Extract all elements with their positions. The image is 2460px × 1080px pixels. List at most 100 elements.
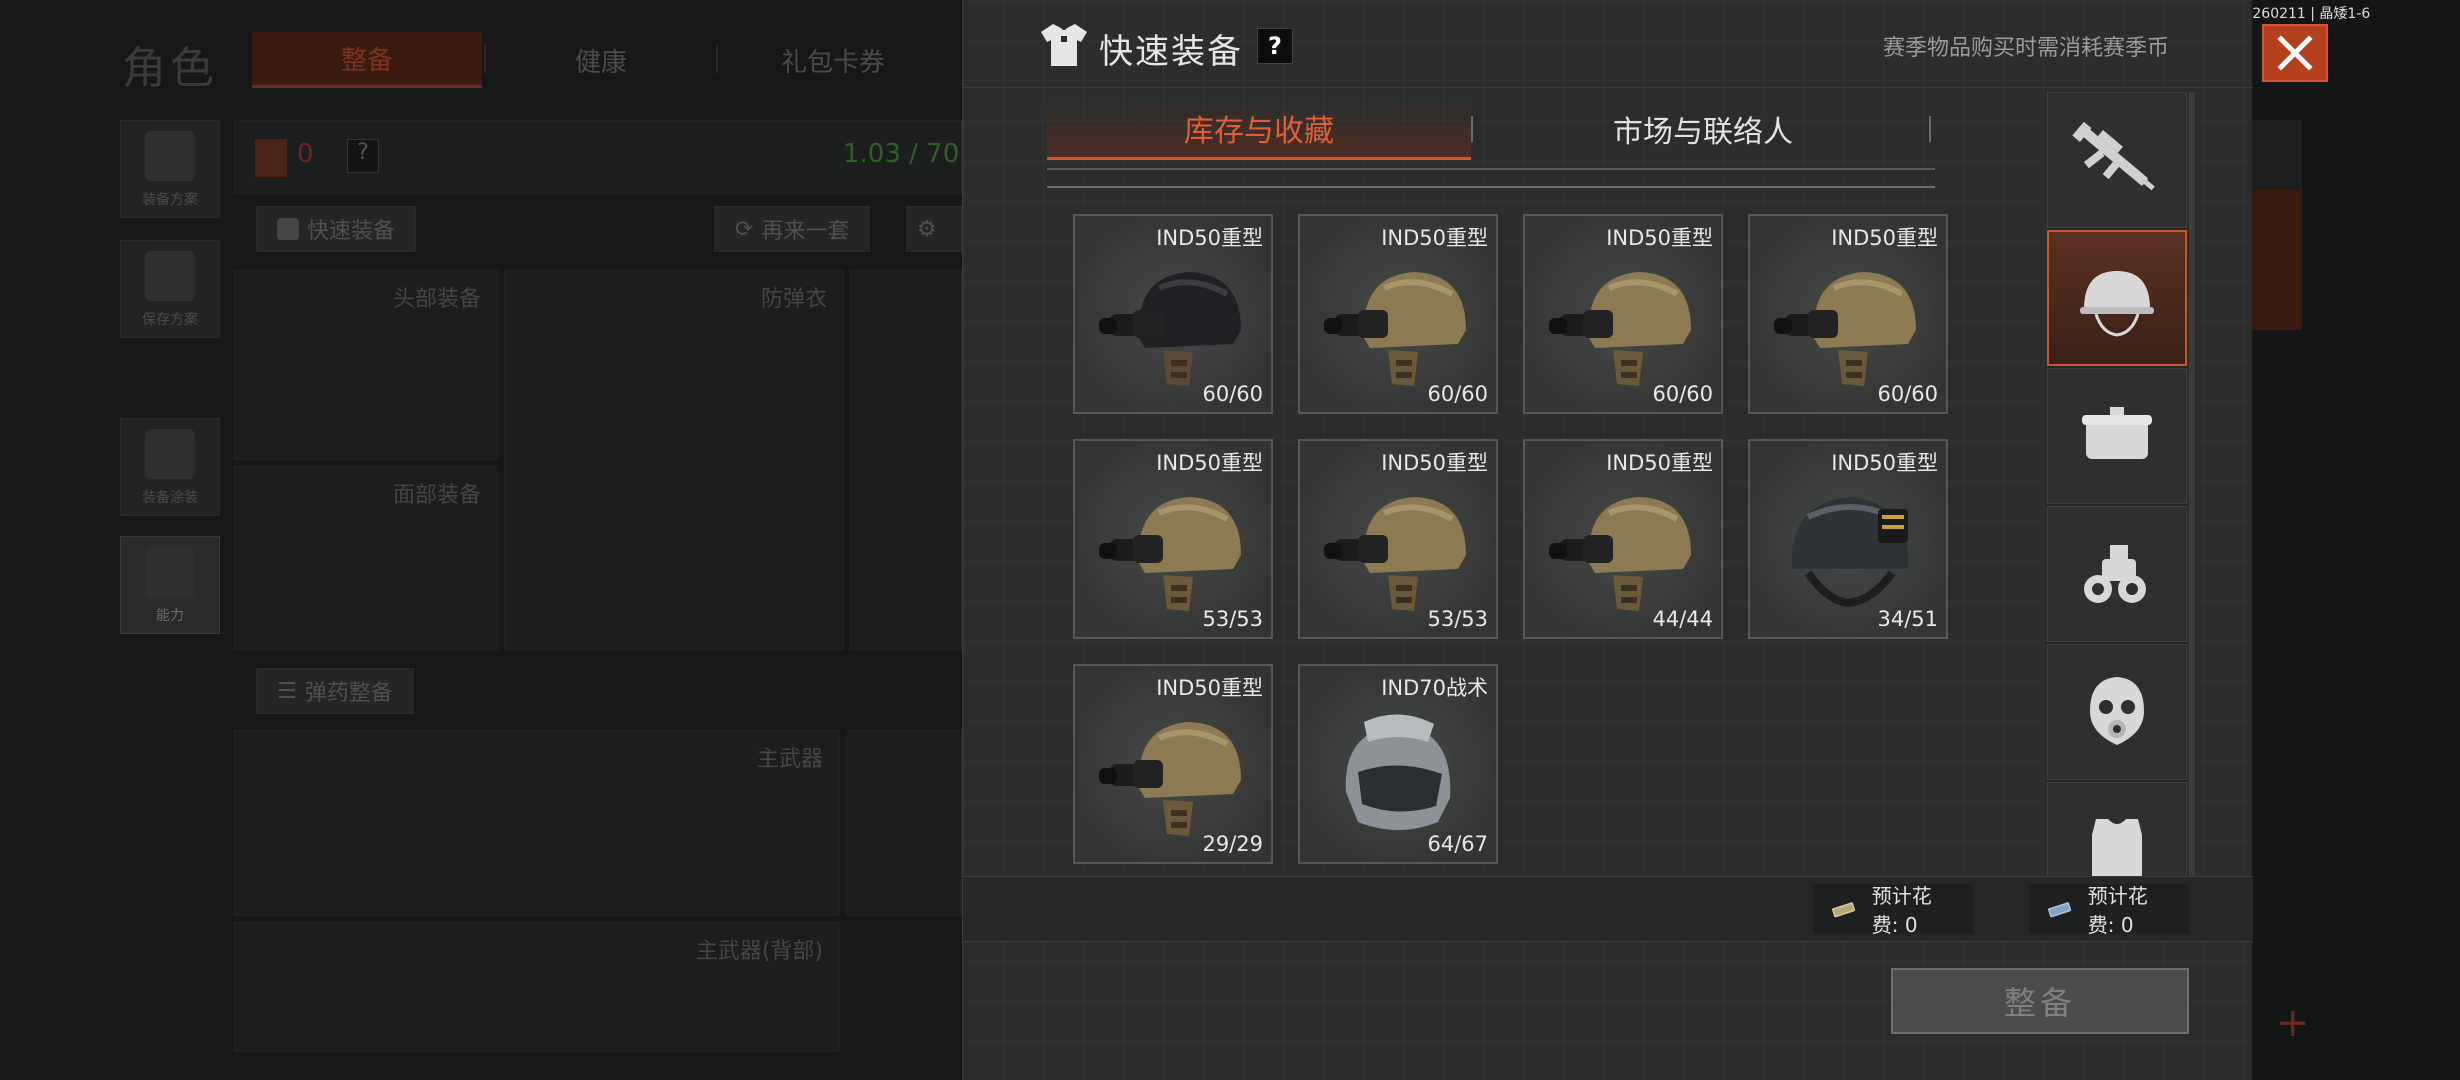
rifle-icon (2072, 121, 2155, 191)
tab-underline (1047, 168, 1935, 170)
item-durability: 34/51 (1877, 607, 1938, 631)
nvg-icon (2084, 545, 2146, 603)
bg-tab-gift: 礼包卡券 (780, 47, 885, 78)
helmet-icon (1549, 272, 1691, 386)
bg-weight: 1.03 / 70 (843, 139, 960, 169)
bg-quick-equip-button: 快速装备 (256, 206, 417, 252)
item-durability: 60/60 (1427, 382, 1488, 406)
bg-slot-primary: 主武器 (234, 730, 840, 916)
bg-reroll-button: ⟳ 再来一套 (714, 206, 871, 252)
bg-side-save: 保存方案 (120, 240, 220, 338)
bg-side-ability: 能力 (120, 536, 220, 634)
category-scrollbar[interactable] (2189, 92, 2195, 876)
helmet-icon (1345, 714, 1451, 830)
helmet-icon (1099, 272, 1241, 386)
bg-ammo-button: ☰ 弹药整备 (256, 668, 414, 714)
item-durability: 60/60 (1652, 382, 1713, 406)
inventory-item[interactable]: IND50重型 44/44 (1523, 439, 1723, 639)
category-headwear[interactable] (2047, 368, 2187, 504)
bg-tab-prepare: 整备 (252, 32, 482, 88)
helmet-icon (1324, 497, 1466, 611)
bg-slot-armor: 防弹衣 (504, 270, 844, 650)
inventory-item[interactable]: IND50重型 53/53 (1073, 439, 1273, 639)
cost-season: 预计花费: 0 (2029, 884, 2189, 937)
bg-help-icon: ? (347, 139, 379, 173)
item-name: IND50重型 (1156, 226, 1263, 250)
inventory-item[interactable]: IND50重型 60/60 (1298, 214, 1498, 414)
category-face[interactable] (2047, 644, 2187, 780)
bg-right-strip: + (2252, 0, 2460, 1080)
bg-status-bar: 0 ? 1.03 / 70 (234, 120, 962, 194)
tab-inventory[interactable]: 库存与收藏 (1047, 98, 1471, 160)
bg-right-tab (2252, 120, 2302, 190)
category-column (2047, 92, 2187, 876)
bg-slot-extra (850, 270, 962, 650)
gas-mask-icon (2090, 677, 2144, 745)
inventory-item[interactable]: IND70战术 64/67 (1298, 664, 1498, 864)
dialog-title: 快速装备 (1099, 32, 1243, 72)
category-rifle[interactable] (2047, 92, 2187, 228)
bg-slot-primary-back: 主武器(背部) (234, 922, 840, 1052)
item-durability: 64/67 (1427, 832, 1488, 856)
close-button[interactable] (2262, 24, 2328, 82)
close-icon (2277, 35, 2313, 71)
item-durability: 53/53 (1202, 607, 1263, 631)
category-nvg[interactable] (2047, 506, 2187, 642)
inventory-item[interactable]: IND50重型 60/60 (1073, 214, 1273, 414)
item-name: IND50重型 (1156, 676, 1263, 700)
cost-regular: 预计花费: 0 (1813, 884, 1973, 937)
category-helmet[interactable] (2047, 230, 2187, 366)
item-name: IND50重型 (1381, 226, 1488, 250)
bg-page-title: 角色 (122, 43, 218, 94)
helmet-icon (1099, 722, 1241, 836)
bg-slot-primary-extra (846, 730, 962, 916)
bg-refresh-icon: ⟳ (735, 216, 754, 242)
helmet-icon (1099, 497, 1241, 611)
item-name: IND50重型 (1606, 451, 1713, 475)
item-durability: 60/60 (1202, 382, 1263, 406)
item-name: IND50重型 (1156, 451, 1263, 475)
category-armor[interactable] (2047, 782, 2187, 876)
helmet-icon (2080, 271, 2154, 337)
inventory-item[interactable]: IND50重型 29/29 (1073, 664, 1273, 864)
bg-plus-icon: + (2276, 1000, 2310, 1046)
list-top-divider (1047, 186, 1935, 188)
helmet-icon (1324, 272, 1466, 386)
bg-backpack-icon (255, 139, 287, 177)
bg-side-skin: 装备涂装 (120, 418, 220, 516)
equip-button[interactable]: 整备 (1891, 968, 2189, 1034)
season-coin-icon (2048, 902, 2072, 918)
cost-regular-label: 预计花费: 0 (1871, 884, 1932, 937)
item-name: IND50重型 (1831, 226, 1938, 250)
shirt-icon (1039, 20, 1089, 72)
bg-ammo-icon: ☰ (277, 678, 297, 704)
bg-slot-head: 头部装备 (234, 270, 498, 460)
inventory-item[interactable]: IND50重型 60/60 (1748, 214, 1948, 414)
tab-separator (1471, 116, 1473, 142)
inventory-item[interactable]: IND50重型 53/53 (1298, 439, 1498, 639)
item-durability: 60/60 (1877, 382, 1938, 406)
season-note: 赛季物品购买时需消耗赛季币 (1883, 36, 2170, 61)
inventory-item[interactable]: IND50重型 34/51 (1748, 439, 1948, 639)
help-button[interactable]: ? (1257, 28, 1293, 64)
bg-count: 0 (297, 139, 314, 169)
item-durability: 53/53 (1427, 607, 1488, 631)
bg-slot-face: 面部装备 (234, 466, 498, 650)
cost-season-label: 预计花费: 0 (2087, 884, 2148, 937)
helmet-icon (1549, 497, 1691, 611)
bg-tab-health: 健康 (574, 47, 627, 78)
bg-shirt-icon (277, 218, 299, 240)
inventory-item[interactable]: IND50重型 60/60 (1523, 214, 1723, 414)
tab-market[interactable]: 市场与联络人 (1475, 98, 1931, 160)
money-icon (1832, 902, 1856, 918)
item-durability: 44/44 (1652, 607, 1713, 631)
item-name: IND50重型 (1381, 451, 1488, 475)
bg-settings-button: ⚙ (906, 206, 962, 252)
helmet-icon (1774, 272, 1916, 386)
bg-side-plan: 装备方案 (120, 120, 220, 218)
quick-equip-dialog: 快速装备 ? 赛季物品购买时需消耗赛季币 库存与收藏 市场与联络人 IND50重… (962, 0, 2253, 1080)
vest-icon (2092, 819, 2142, 876)
tab-separator (1929, 116, 1931, 142)
item-name: IND70战术 (1381, 676, 1488, 700)
item-name: IND50重型 (1831, 451, 1938, 475)
